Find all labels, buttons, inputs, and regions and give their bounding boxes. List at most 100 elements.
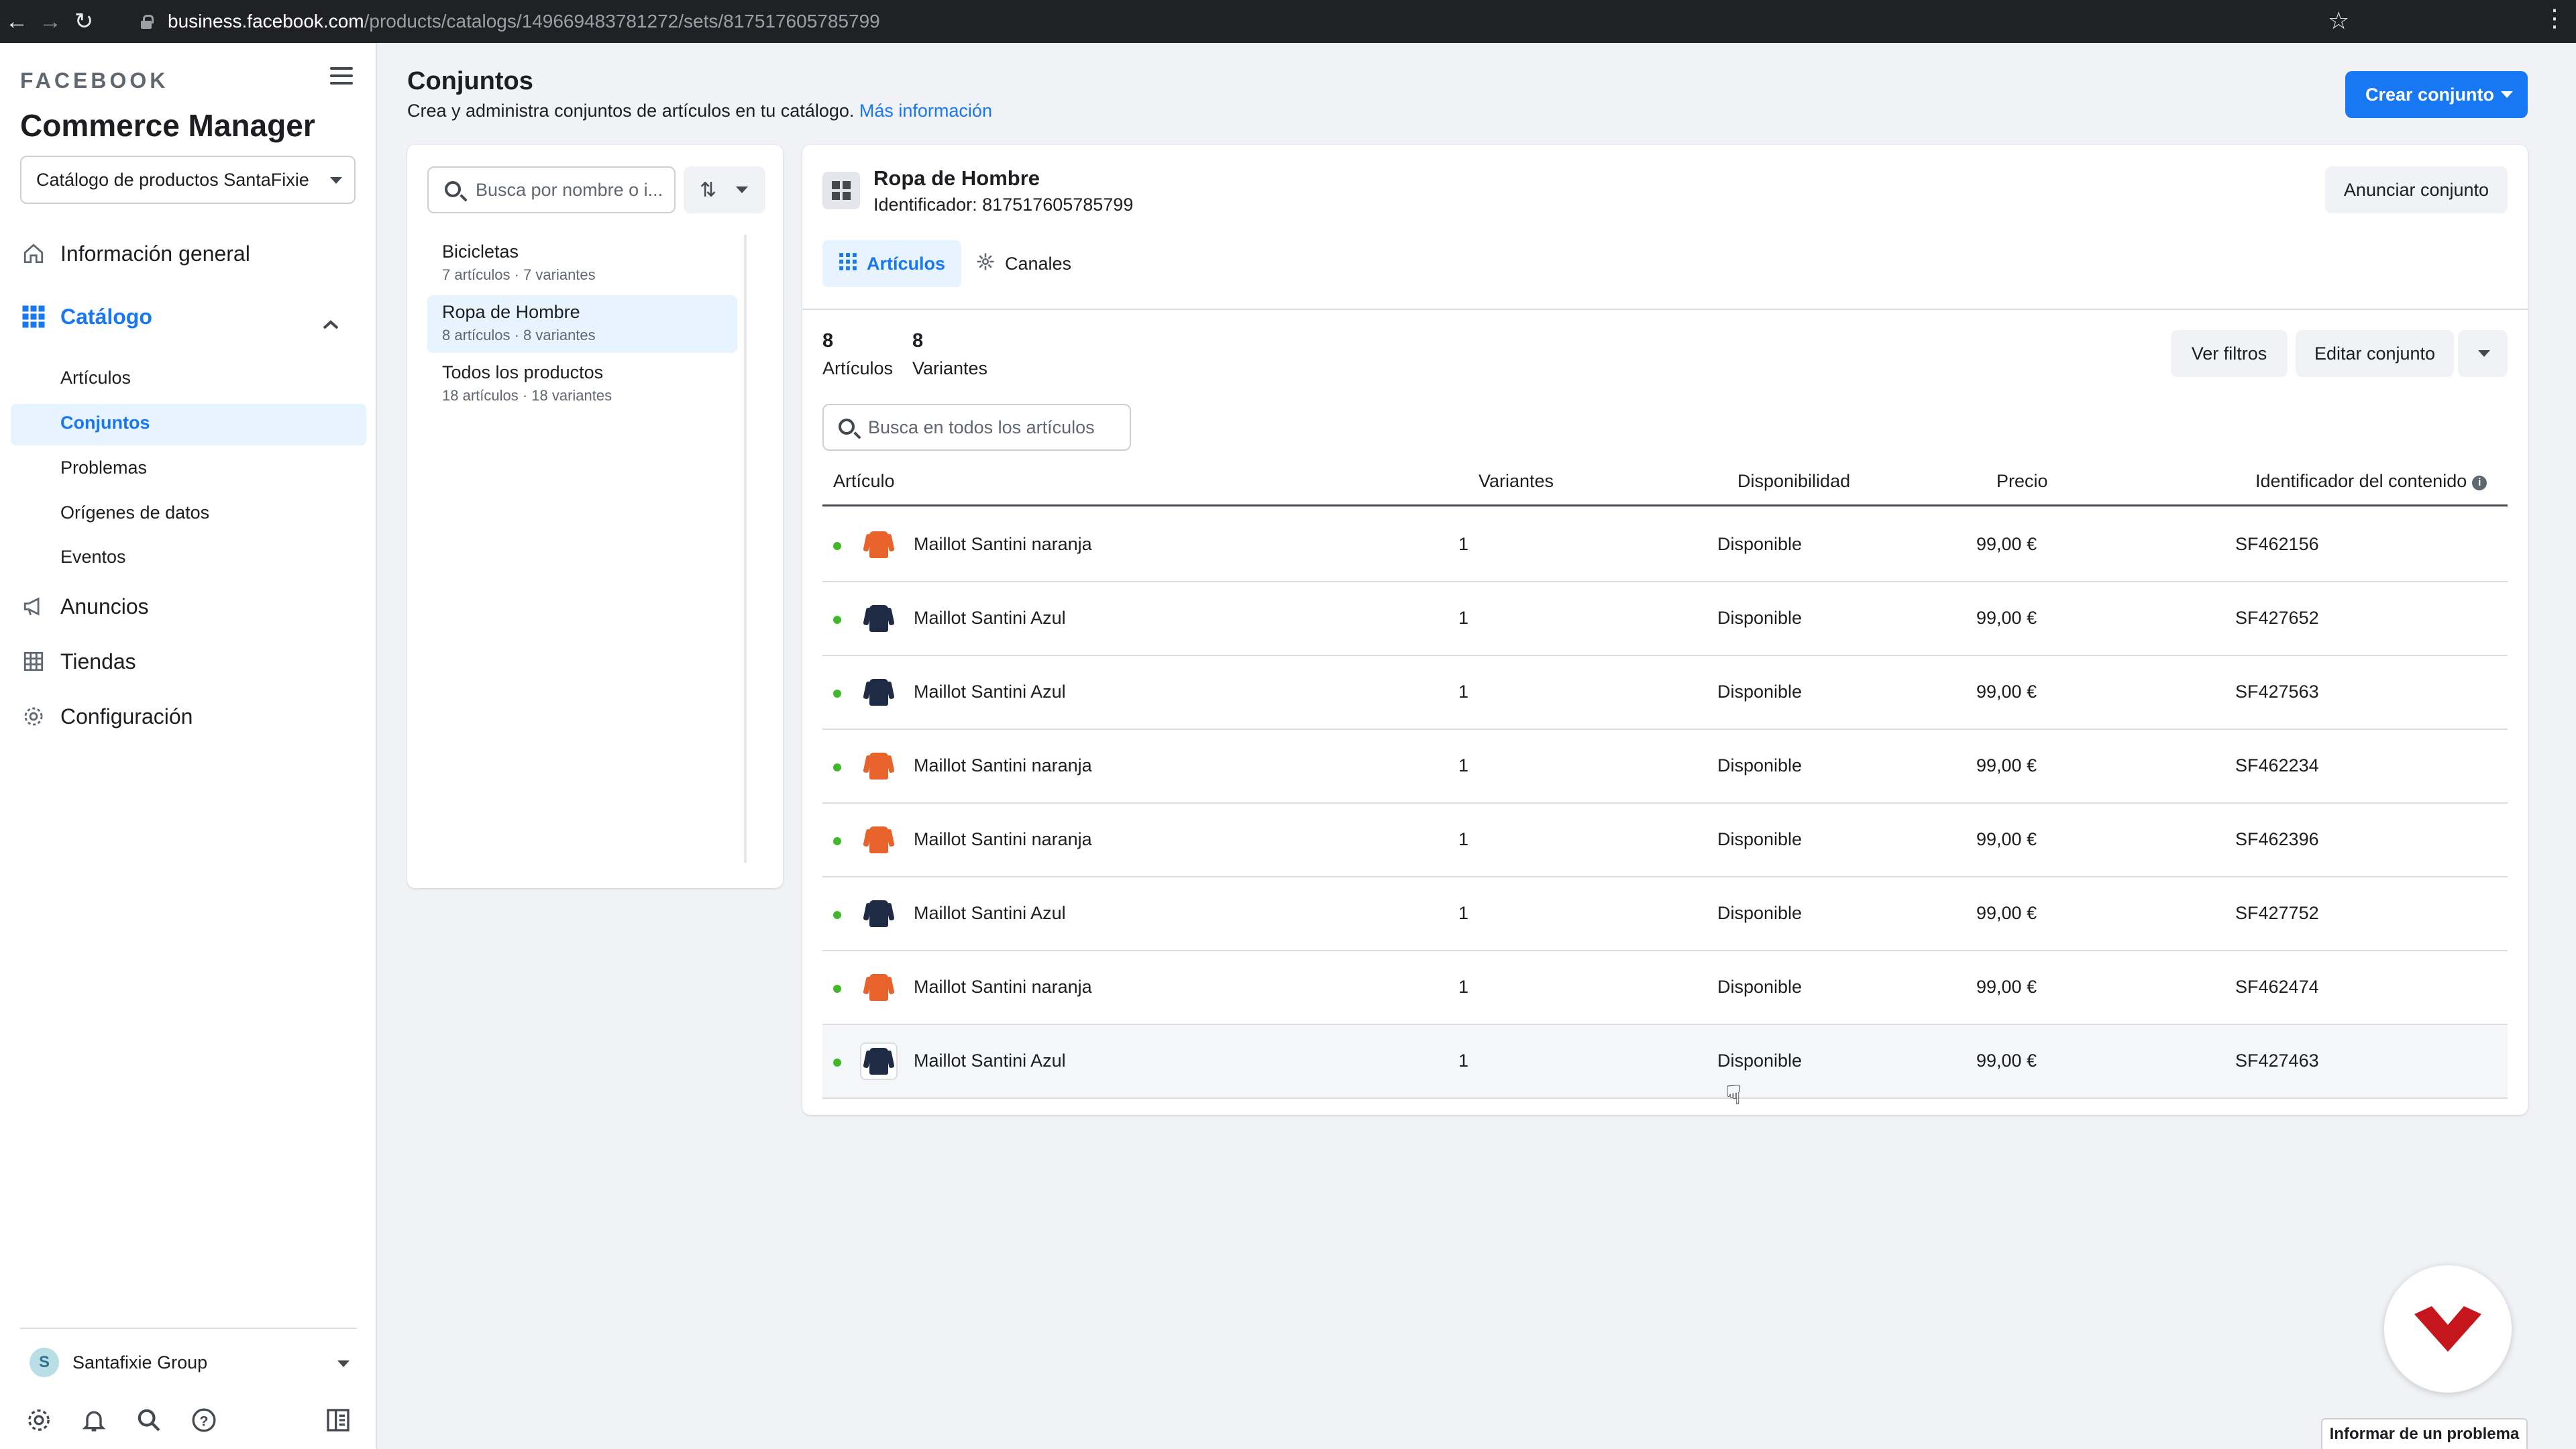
sidebar-footer-icons: ? (20, 1401, 357, 1439)
product-thumbnail[interactable] (860, 1042, 898, 1080)
status-dot (833, 763, 841, 771)
sidebar-item-label: Configuración (60, 704, 193, 729)
page-subtitle: Crea y administra conjuntos de artículos… (407, 101, 992, 121)
chevron-down-icon[interactable] (337, 1360, 350, 1367)
sort-button[interactable]: ⇅ (684, 166, 765, 213)
learn-more-link[interactable]: Más información (859, 101, 992, 121)
table-row[interactable]: Maillot Santini Azul 1 Disponible 99,00 € SF… (822, 1025, 2508, 1099)
hamburger-menu-icon[interactable] (329, 63, 356, 90)
sidebar-subitem-problems[interactable]: Problemas (60, 458, 147, 478)
articles-search-placeholder: Busca en todos los artículos (868, 417, 1095, 437)
price-value: 99,00 € (1976, 682, 2037, 702)
back-icon[interactable]: ← (0, 0, 34, 43)
product-thumbnail[interactable] (860, 600, 898, 637)
sidebar-item-settings[interactable]: Configuración (20, 703, 193, 730)
column-header-article[interactable]: Artículo (833, 471, 895, 492)
product-thumbnail[interactable] (860, 969, 898, 1006)
reload-icon[interactable]: ↻ (67, 0, 101, 43)
table-row[interactable]: Maillot Santini naranja 1 Disponible 99,00 … (822, 508, 2508, 582)
product-name: Maillot Santini naranja (914, 755, 1092, 775)
gear-icon (20, 703, 47, 730)
set-name: Bicicletas (442, 241, 519, 262)
product-thumbnail[interactable] (860, 674, 898, 711)
sidebar-item-label: Anuncios (60, 594, 149, 619)
table-row[interactable]: Maillot Santini naranja 1 Disponible 99,00 … (822, 730, 2508, 804)
sidebar-item-shops[interactable]: Tiendas (20, 648, 136, 675)
bookmark-star-icon[interactable]: ☆ (2328, 7, 2349, 35)
sets-search-input[interactable]: Busca por nombre o i... (427, 166, 676, 213)
jersey-icon (869, 605, 888, 632)
sidebar-subitem-events[interactable]: Eventos (60, 547, 126, 568)
product-thumbnail[interactable] (860, 821, 898, 859)
table-row[interactable]: Maillot Santini Azul 1 Disponible 99,00 € SF… (822, 582, 2508, 656)
chevron-down-icon (2501, 91, 2513, 98)
set-list-item[interactable]: Bicicletas 7 artículos · 7 variantes (427, 235, 737, 292)
tab-channels[interactable]: Canales (959, 240, 1087, 287)
business-avatar: S (30, 1348, 59, 1377)
table-row[interactable]: Maillot Santini Azul 1 Disponible 99,00 € SF… (822, 656, 2508, 730)
product-name: Maillot Santini naranja (914, 534, 1092, 554)
table-row[interactable]: Maillot Santini naranja 1 Disponible 99,00 … (822, 804, 2508, 877)
column-header-content-id[interactable]: Identificador del contenido i (2255, 471, 2487, 492)
sidebar-subitem-sets[interactable]: Conjuntos (60, 413, 150, 433)
help-icon[interactable]: ? (185, 1401, 223, 1439)
search-icon (839, 419, 855, 435)
content-id-value: SF427563 (2235, 682, 2319, 702)
tabs-divider (802, 309, 2528, 310)
address-bar[interactable]: business.facebook.com/products/catalogs/… (141, 5, 2341, 38)
column-header-price[interactable]: Precio (1996, 471, 2048, 492)
browser-menu-icon[interactable]: ⋮ (2542, 4, 2567, 32)
business-selector[interactable]: S Santafixie Group (30, 1348, 207, 1377)
product-thumbnail[interactable] (860, 895, 898, 932)
app-title: Commerce Manager (20, 108, 315, 143)
panel-toggle-icon[interactable] (319, 1401, 357, 1439)
articles-search-input[interactable]: Busca en todos los artículos (822, 404, 1131, 451)
sidebar-subitem-data-sources[interactable]: Orígenes de datos (60, 502, 209, 523)
catalog-selector-label: Catálogo de productos SantaFixie (36, 169, 309, 190)
brand-logo-badge[interactable] (2384, 1265, 2512, 1393)
page-title: Conjuntos (407, 67, 533, 95)
edit-set-dropdown[interactable] (2458, 330, 2508, 377)
column-header-availability[interactable]: Disponibilidad (1737, 471, 1850, 492)
sidebar-item-overview[interactable]: Información general (20, 240, 250, 267)
view-filters-button[interactable]: Ver filtros (2171, 330, 2288, 377)
availability-value: Disponible (1717, 1051, 1803, 1071)
sidebar: FACEBOOK Commerce Manager Catálogo de pr… (0, 43, 377, 1449)
promote-set-button[interactable]: Anunciar conjunto (2325, 166, 2508, 213)
search-icon[interactable] (130, 1401, 168, 1439)
product-thumbnail[interactable] (860, 526, 898, 564)
status-dot (833, 911, 841, 919)
info-icon[interactable]: i (2472, 476, 2487, 490)
report-problem-button[interactable]: Informar de un problema (2321, 1418, 2528, 1449)
tab-label: Canales (1005, 253, 1072, 274)
catalog-selector[interactable]: Catálogo de productos SantaFixie (20, 156, 356, 204)
column-header-variants[interactable]: Variantes (1479, 471, 1554, 492)
product-name: Maillot Santini Azul (914, 903, 1066, 923)
bell-icon[interactable] (75, 1401, 113, 1439)
sidebar-item-label: Información general (60, 241, 250, 266)
sidebar-item-ads[interactable]: Anuncios (20, 593, 149, 620)
availability-value: Disponible (1717, 608, 1803, 628)
home-icon (20, 240, 47, 267)
settings-gear-icon[interactable] (20, 1401, 58, 1439)
table-row[interactable]: Maillot Santini naranja 1 Disponible 99,00 … (822, 951, 2508, 1025)
variants-value: 1 (1458, 682, 1469, 702)
set-list-item-selected[interactable]: Ropa de Hombre 8 artículos · 8 variantes (427, 295, 737, 353)
sidebar-item-catalog[interactable]: Catálogo (20, 303, 152, 330)
set-list-item[interactable]: Todos los productos 18 artículos · 18 va… (427, 356, 737, 413)
content-id-value: SF462474 (2235, 977, 2319, 997)
forward-icon[interactable]: → (34, 0, 67, 43)
articles-count: 8 (822, 330, 834, 352)
table-header-divider (822, 504, 2508, 506)
edit-set-button[interactable]: Editar conjunto (2296, 330, 2454, 377)
table-row[interactable]: Maillot Santini Azul 1 Disponible 99,00 € SF… (822, 877, 2508, 951)
tab-articles[interactable]: Artículos (822, 240, 962, 287)
sidebar-subitem-articles[interactable]: Artículos (60, 368, 131, 388)
sets-list-scrollbar[interactable] (744, 235, 747, 863)
grid-icon (20, 303, 47, 330)
product-name: Maillot Santini Azul (914, 1051, 1066, 1071)
product-thumbnail[interactable] (860, 747, 898, 785)
variants-value: 1 (1458, 829, 1469, 849)
create-set-button[interactable]: Crear conjunto (2345, 71, 2528, 118)
chevron-up-icon[interactable] (322, 314, 339, 335)
